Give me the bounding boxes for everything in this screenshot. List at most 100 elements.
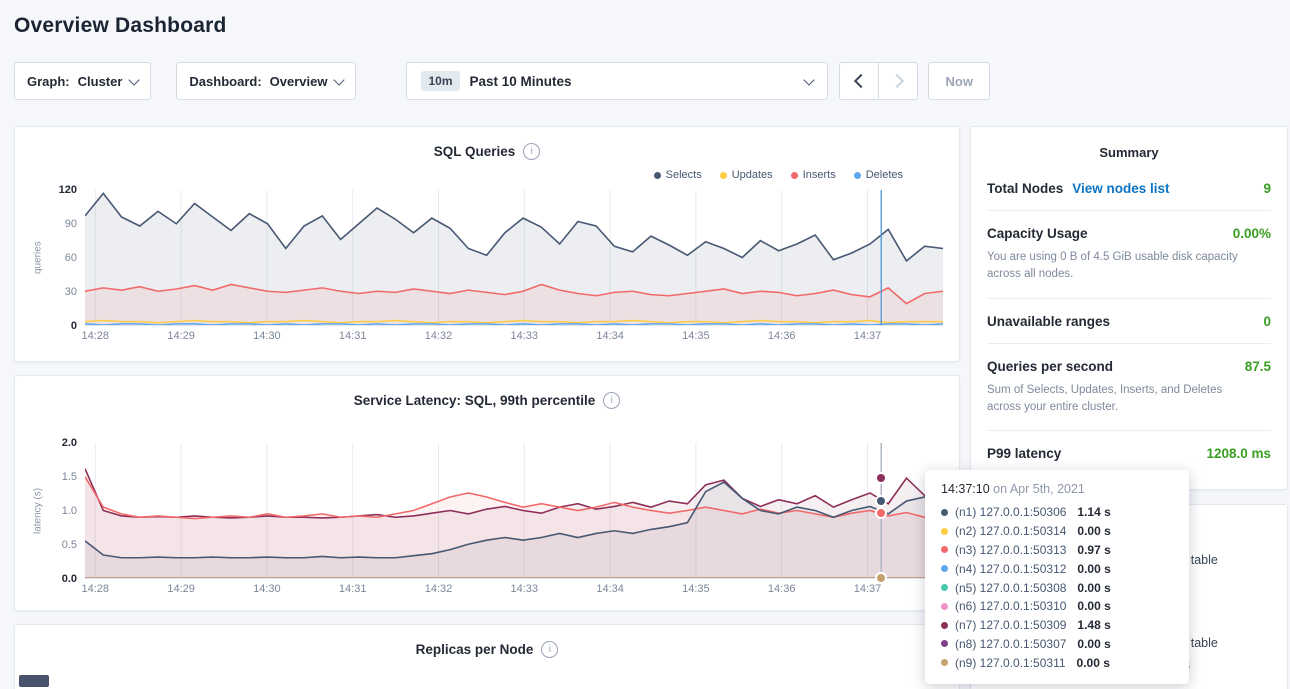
legend-item-deletes[interactable]: Deletes [854, 168, 903, 182]
legend-item-updates[interactable]: Updates [720, 168, 773, 182]
y-axis-ticks: 2.01.51.00.50.0 [45, 443, 85, 579]
x-tick-label: 14:28 [82, 583, 110, 595]
y-tick-label: 30 [65, 286, 77, 298]
x-tick-label: 14:33 [511, 583, 539, 595]
x-axis-ticks: 14:2814:2914:3014:3114:3214:3314:3414:35… [85, 583, 943, 601]
legend-item-selects[interactable]: Selects [654, 168, 702, 182]
summary-label: Queries per second [987, 359, 1113, 374]
summary-row-qps: Queries per second 87.5 Sum of Selects, … [987, 343, 1271, 431]
dashboard-dropdown[interactable]: Dashboard: Overview [176, 62, 356, 100]
legend-dot-icon [791, 172, 798, 179]
tooltip-rows: (n1) 127.0.0.1:50306 1.14 s (n2) 127.0.0.1… [941, 503, 1173, 672]
sql-queries-chart-card: SQL Queries SelectsUpdatesInsertsDeletes… [14, 126, 960, 362]
summary-row-p99: P99 latency 1208.0 ms [987, 430, 1271, 475]
x-tick-label: 14:31 [339, 330, 367, 342]
chart-body: latency (s) 2.01.51.00.50.0 14:2814:2914… [31, 443, 943, 579]
x-tick-label: 14:36 [768, 330, 796, 342]
page-header: Overview Dashboard [0, 0, 1290, 38]
tooltip-node-row: (n2) 127.0.0.1:50314 0.00 s [941, 522, 1173, 541]
y-axis-title: queries [31, 190, 45, 326]
hover-dot-n9 [877, 574, 885, 582]
chart-tooltip: 14:37:10 on Apr 5th, 2021 (n1) 127.0.0.1… [925, 470, 1189, 684]
y-tick-label: 1.5 [62, 471, 77, 483]
y-tick-label: 60 [65, 252, 77, 264]
legend-item-inserts[interactable]: Inserts [791, 168, 836, 182]
tooltip-node-label: (n1) 127.0.0.1:50306 [955, 505, 1066, 519]
tooltip-node-row: (n8) 127.0.0.1:503070.00 s [941, 634, 1173, 653]
tooltip-node-row: (n6) 127.0.0.1:503100.00 s [941, 597, 1173, 616]
time-next-button[interactable] [878, 62, 918, 100]
summary-header: Summary [987, 141, 1271, 166]
y-tick-label: 90 [65, 218, 77, 230]
partial-axis-element [19, 675, 49, 687]
service-latency-chart-card: Service Latency: SQL, 99th percentile la… [14, 375, 960, 611]
tooltip-node-value: 0.97 s [1077, 543, 1110, 557]
overview-dashboard-page: { "page": { "title": "Overview Dashboard… [0, 0, 1290, 689]
info-icon[interactable] [541, 641, 558, 658]
legend-dot-icon [654, 172, 661, 179]
tooltip-time: 14:37:10 [941, 482, 993, 496]
x-tick-label: 14:35 [682, 330, 710, 342]
summary-value: 9 [1263, 181, 1271, 196]
view-nodes-list-link[interactable]: View nodes list [1072, 181, 1169, 196]
summary-value: 0.00% [1233, 226, 1271, 241]
dashboard-dropdown-value: Overview [270, 74, 328, 89]
summary-label: Unavailable ranges [987, 314, 1110, 329]
time-nav-buttons [839, 62, 918, 100]
x-tick-label: 14:34 [596, 330, 624, 342]
time-range-badge: 10m [421, 71, 459, 91]
graph-dropdown-label: Graph: [27, 74, 70, 89]
tooltip-node-label: (n6) 127.0.0.1:50310 [955, 599, 1066, 613]
x-tick-label: 14:33 [511, 330, 539, 342]
node-color-dot-icon [941, 528, 948, 535]
chart-plot-area[interactable]: 14:2814:2914:3014:3114:3214:3314:3414:35… [85, 443, 943, 579]
now-button-label: Now [945, 74, 972, 89]
tooltip-node-label: (n3) 127.0.0.1:50313 [955, 543, 1066, 557]
tooltip-node-label: (n9) 127.0.0.1:50311 [955, 656, 1066, 670]
summary-value: 0 [1263, 314, 1271, 329]
tooltip-node-value: 1.48 s [1077, 618, 1110, 632]
tooltip-node-value: 0.00 s [1077, 637, 1110, 651]
time-range-selector[interactable]: 10m Past 10 Minutes [406, 62, 828, 100]
now-button[interactable]: Now [928, 62, 989, 100]
x-tick-label: 14:28 [82, 330, 110, 342]
node-color-dot-icon [941, 603, 948, 610]
tooltip-node-label: (n5) 127.0.0.1:50308 [955, 581, 1066, 595]
info-icon[interactable] [603, 392, 620, 409]
tooltip-node-label: (n2) 127.0.0.1:50314 [955, 524, 1066, 538]
summary-description: You are using 0 B of 4.5 GiB usable disk… [987, 249, 1271, 284]
chevron-right-icon [890, 74, 904, 88]
node-color-dot-icon [941, 622, 948, 629]
hover-dot-n1 [877, 497, 885, 505]
chart-legend: Selects Updates Inserts Deletes [31, 160, 943, 182]
tooltip-node-row: (n4) 127.0.0.1:503120.00 s [941, 559, 1173, 578]
chart-title-row: Replicas per Node [31, 637, 943, 658]
time-prev-button[interactable] [839, 62, 879, 100]
chart-title: Service Latency: SQL, 99th percentile [354, 393, 596, 408]
x-tick-label: 14:29 [167, 330, 195, 342]
chevron-down-icon [334, 74, 345, 85]
chart-plot-area[interactable]: 14:2814:2914:3014:3114:3214:3314:3414:35… [85, 190, 943, 326]
chevron-down-icon [129, 74, 140, 85]
tooltip-node-label: (n7) 127.0.0.1:50309 [955, 618, 1066, 632]
tooltip-node-value: 1.14 s [1077, 505, 1110, 519]
info-icon[interactable] [523, 143, 540, 160]
node-color-dot-icon [941, 546, 948, 553]
x-tick-label: 14:36 [768, 583, 796, 595]
y-tick-label: 0 [71, 320, 77, 332]
chart-title-row: Service Latency: SQL, 99th percentile [31, 388, 943, 409]
x-tick-label: 14:37 [854, 330, 882, 342]
node-color-dot-icon [941, 565, 948, 572]
tooltip-node-value: 0.00 s [1077, 562, 1110, 576]
node-color-dot-icon [941, 659, 948, 666]
tooltip-node-value: 0.00 s [1077, 524, 1110, 538]
toolbar: Graph: Cluster Dashboard: Overview 10m P… [14, 62, 1276, 100]
y-tick-label: 1.0 [62, 505, 77, 517]
replicas-chart-card: Replicas per Node [14, 624, 960, 689]
chart-plot-svg [85, 190, 943, 325]
legend-label: Deletes [866, 169, 903, 181]
graph-dropdown[interactable]: Graph: Cluster [14, 62, 151, 100]
graph-dropdown-value: Cluster [78, 74, 123, 89]
chevron-down-icon [804, 74, 815, 85]
y-axis-ticks: 1209060300 [45, 190, 85, 326]
